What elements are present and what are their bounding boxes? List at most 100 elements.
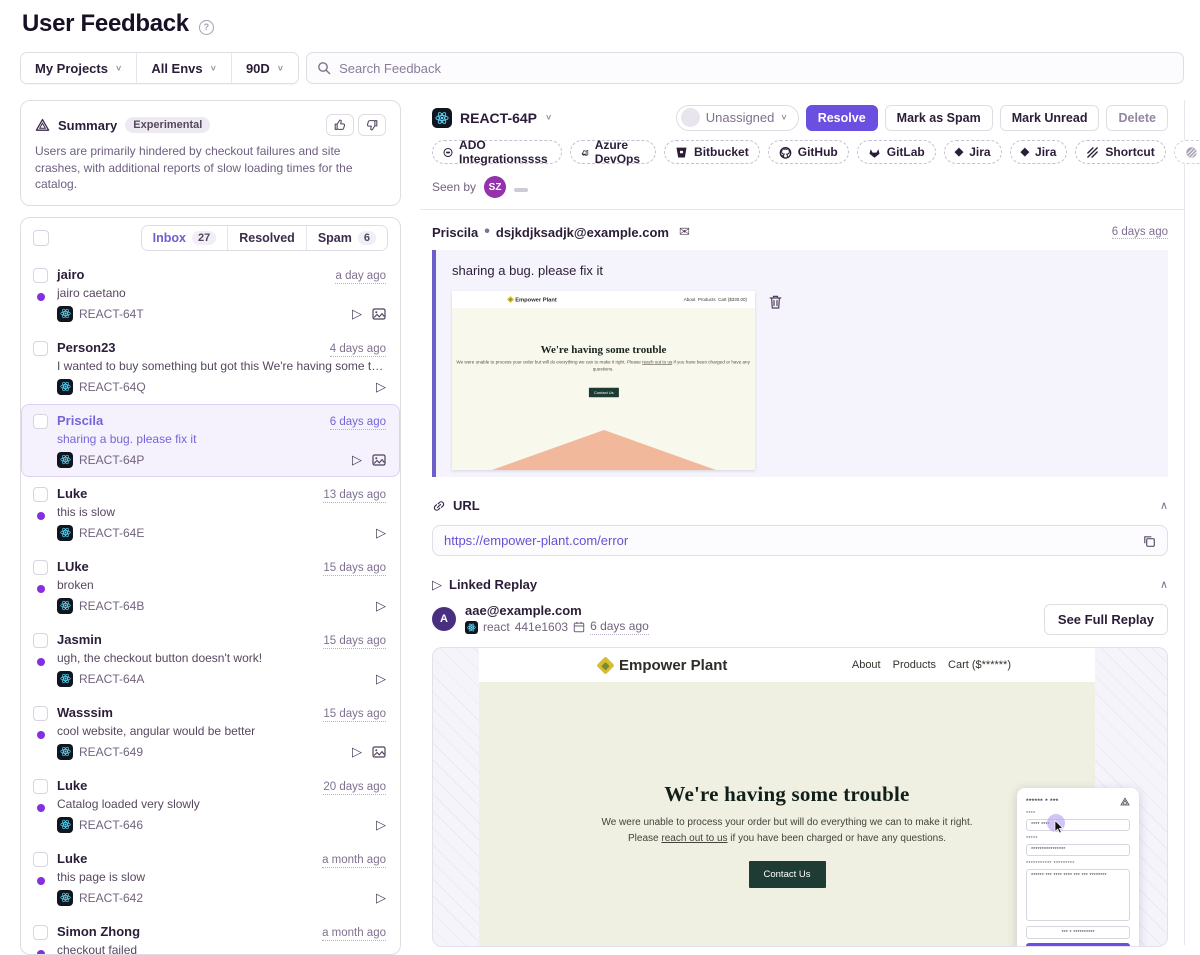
integration-label: Shortcut <box>1105 145 1154 159</box>
tab-resolved[interactable]: Resolved <box>228 226 307 250</box>
feedback-author: jairo <box>57 267 84 282</box>
contact-us-button: Contact Us <box>749 861 826 888</box>
feedback-list-item[interactable]: Simon Zhong a month ago checkout failed <box>21 915 400 955</box>
replay-play-icon[interactable]: ▷ <box>376 672 386 685</box>
feedback-list-item[interactable]: Luke 13 days ago this is slow <box>21 477 400 550</box>
trash-icon <box>768 294 783 310</box>
tab-spam[interactable]: Spam 6 <box>307 226 387 250</box>
url-section-title: URL <box>453 498 480 513</box>
assignee-label: Unassigned <box>706 110 775 125</box>
feedback-list-item[interactable]: Jasmin 15 days ago ugh, the checkout but… <box>21 623 400 696</box>
help-icon[interactable]: ? <box>199 20 214 35</box>
linear-button[interactable]: Linear <box>1174 140 1200 164</box>
mark-unread-button[interactable]: Mark Unread <box>1000 105 1100 131</box>
sentry-logo-icon <box>1120 797 1130 806</box>
replay-play-icon[interactable]: ▷ <box>352 745 362 758</box>
item-checkbox[interactable] <box>33 487 48 502</box>
see-full-replay-button[interactable]: See Full Replay <box>1044 604 1168 635</box>
tab-resolved-label: Resolved <box>239 231 295 245</box>
feedback-message-preview: this page is slow <box>57 870 386 884</box>
item-checkbox[interactable] <box>33 852 48 867</box>
replay-preview[interactable]: Empower Plant About Products Cart ($****… <box>432 647 1168 947</box>
gitlab-button[interactable]: GitLab <box>857 140 936 164</box>
seen-by-avatar[interactable]: SZ <box>484 176 506 198</box>
feedback-timestamp: 6 days ago <box>330 415 386 430</box>
integration-label: Bitbucket <box>694 145 749 159</box>
item-checkbox[interactable] <box>33 706 48 721</box>
collapse-chevron-icon[interactable]: ∧ <box>1160 499 1168 512</box>
chevron-down-icon: ∨ <box>115 64 122 73</box>
feedback-list-item[interactable]: LUke 15 days ago broken <box>21 550 400 623</box>
replay-play-icon[interactable]: ▷ <box>376 818 386 831</box>
item-checkbox[interactable] <box>33 414 48 429</box>
delete-screenshot-button[interactable] <box>768 294 783 310</box>
project-slug: REACT-642 <box>79 891 143 905</box>
replay-play-icon[interactable]: ▷ <box>376 526 386 539</box>
screenshot-icon[interactable] <box>372 308 386 320</box>
replay-play-icon[interactable]: ▷ <box>352 307 362 320</box>
azure-devops-icon <box>581 146 589 159</box>
ado-integration-button[interactable]: ADO Integrationssss <box>432 140 562 164</box>
feedback-message-preview: Catalog loaded very slowly <box>57 797 386 811</box>
item-checkbox[interactable] <box>33 268 48 283</box>
feedback-timestamp: 15 days ago <box>323 561 386 576</box>
feedback-list-item[interactable]: jairo a day ago jairo caetano <box>21 258 400 331</box>
item-checkbox[interactable] <box>33 341 48 356</box>
item-checkbox[interactable] <box>33 560 48 575</box>
summary-title: Summary <box>58 118 117 133</box>
copy-icon <box>1142 534 1156 548</box>
replay-id[interactable]: 441e1603 <box>515 620 568 635</box>
chevron-down-icon[interactable]: ∨ <box>545 113 552 122</box>
seen-by-label: Seen by <box>432 180 476 194</box>
widget-name-input: **** **** <box>1026 819 1130 831</box>
replay-play-icon[interactable]: ▷ <box>376 380 386 393</box>
feedback-list-item[interactable]: Wasssim 15 days ago cool website, angula… <box>21 696 400 769</box>
mark-as-spam-button[interactable]: Mark as Spam <box>885 105 993 131</box>
bitbucket-button[interactable]: Bitbucket <box>664 140 760 164</box>
url-link[interactable]: https://empower-plant.com/error <box>444 533 628 548</box>
copy-url-button[interactable] <box>1142 534 1156 548</box>
replay-play-icon[interactable]: ▷ <box>376 599 386 612</box>
date-range-dropdown[interactable]: 90D ∨ <box>232 53 298 83</box>
item-checkbox[interactable] <box>33 925 48 940</box>
tab-inbox[interactable]: Inbox 27 <box>142 226 229 250</box>
replay-play-icon: ▷ <box>432 578 442 591</box>
environment-filter-dropdown[interactable]: All Envs ∨ <box>137 53 232 83</box>
screenshot-thumbnail[interactable]: Empower Plant About Products Cart ($330.… <box>452 291 755 470</box>
item-checkbox[interactable] <box>33 633 48 648</box>
azure-devops-button[interactable]: Azure DevOps <box>570 140 656 164</box>
separator-dot: • <box>484 223 490 241</box>
feedback-list-item[interactable]: Luke 20 days ago Catalog loaded very slo… <box>21 769 400 842</box>
chevron-down-icon: ∨ <box>780 113 787 122</box>
feedback-list-item[interactable]: Priscila 6 days ago sharing a bug. pleas… <box>21 404 400 477</box>
assignee-dropdown[interactable]: Unassigned ∨ <box>676 105 799 131</box>
feedback-list-item[interactable]: Luke a month ago this page is slow <box>21 842 400 915</box>
screenshot-icon[interactable] <box>372 454 386 466</box>
jira-button[interactable]: ◆ Jira <box>944 140 1002 164</box>
shortcut-button[interactable]: Shortcut <box>1075 140 1165 164</box>
select-all-checkbox[interactable] <box>33 230 49 246</box>
experimental-badge: Experimental <box>125 117 210 133</box>
date-range-label: 90D <box>246 61 270 76</box>
envelope-icon[interactable]: ✉ <box>679 224 690 240</box>
collapse-chevron-icon[interactable]: ∧ <box>1160 578 1168 591</box>
replay-play-icon[interactable]: ▷ <box>376 891 386 904</box>
message-author: Priscila <box>432 225 478 240</box>
search-input[interactable] <box>339 61 1173 76</box>
feedback-timestamp: a month ago <box>322 926 386 941</box>
feedback-list-item[interactable]: Person23 4 days ago I wanted to buy some… <box>21 331 400 404</box>
thumbs-down-button[interactable] <box>358 114 386 136</box>
resolve-button[interactable]: Resolve <box>806 105 878 131</box>
search-field[interactable] <box>306 52 1184 84</box>
project-filter-dropdown[interactable]: My Projects ∨ <box>21 53 137 83</box>
screenshot-icon[interactable] <box>372 746 386 758</box>
detail-project-label: REACT-64P <box>460 110 537 126</box>
thumbs-up-button[interactable] <box>326 114 354 136</box>
item-checkbox[interactable] <box>33 779 48 794</box>
bitbucket-icon <box>675 146 688 159</box>
github-button[interactable]: GitHub <box>768 140 849 164</box>
replay-play-icon[interactable]: ▷ <box>352 453 362 466</box>
delete-button[interactable]: Delete <box>1106 105 1168 131</box>
site-heading: We're having some trouble <box>479 782 1095 807</box>
jira-button-2[interactable]: ◆ Jira <box>1010 140 1068 164</box>
